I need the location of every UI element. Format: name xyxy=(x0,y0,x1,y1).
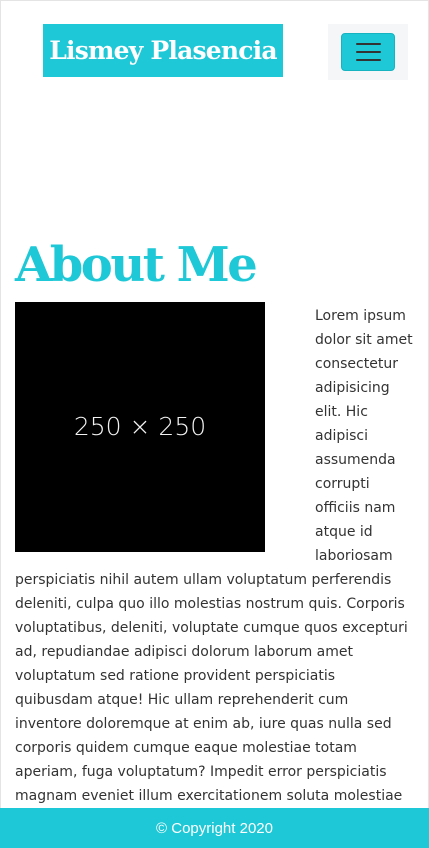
profile-image-placeholder: 250 × 250 xyxy=(15,302,265,552)
footer: © Copyright 2020 xyxy=(0,808,429,848)
navbar-toggler-button[interactable] xyxy=(341,33,395,71)
copyright-text: © Copyright 2020 xyxy=(156,819,273,837)
hamburger-menu-icon xyxy=(355,43,381,45)
hamburger-menu-icon xyxy=(355,51,381,53)
placeholder-size-label: 250 × 250 xyxy=(73,412,207,441)
navbar-toggler-area xyxy=(328,24,408,80)
page-title: About Me xyxy=(15,237,258,293)
brand-link[interactable]: Lismey Plasencia xyxy=(43,24,283,77)
hamburger-menu-icon xyxy=(355,59,381,61)
about-content: 250 × 250 Lorem ipsum dolor sit amet con… xyxy=(15,302,416,808)
